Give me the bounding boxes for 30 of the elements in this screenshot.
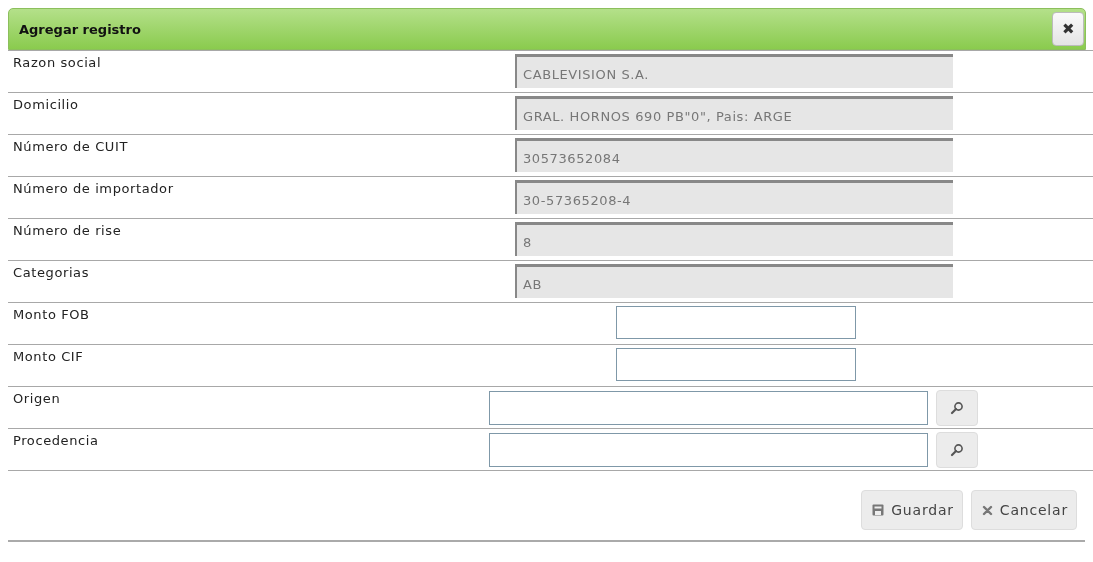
save-button[interactable]: Guardar	[861, 490, 963, 530]
input-field[interactable]: GRAL. HORNOS 690 PB"0", Pais: ARGE	[515, 96, 953, 130]
field-label: Monto CIF	[12, 348, 85, 366]
input-field[interactable]: 30573652084	[515, 138, 953, 172]
field-label: Origen	[12, 390, 62, 408]
input-field[interactable]: 30-57365208-4	[515, 180, 953, 214]
close-button[interactable]: ✖	[1052, 12, 1084, 46]
search-button[interactable]	[936, 432, 978, 468]
save-icon	[872, 504, 885, 516]
search-icon	[950, 443, 964, 457]
input-field[interactable]: 8	[515, 222, 953, 256]
field-label: Categorias	[12, 264, 91, 282]
search-button[interactable]	[936, 390, 978, 426]
cancel-button[interactable]: Cancelar	[970, 490, 1077, 530]
input-field[interactable]: CABLEVISION S.A.	[515, 54, 953, 88]
input-field[interactable]	[489, 391, 928, 425]
dialog-title: Agregar registro	[19, 21, 141, 37]
field-label: Número de importador	[12, 180, 175, 198]
close-icon	[981, 504, 993, 516]
input-field[interactable]	[616, 306, 856, 339]
field-label: Número de rise	[12, 222, 123, 240]
field-label: Monto FOB	[12, 306, 91, 324]
search-icon	[950, 401, 964, 415]
input-field[interactable]	[616, 348, 856, 381]
input-field[interactable]: AB	[515, 264, 953, 298]
field-label: Domicilio	[12, 96, 80, 114]
field-label: Procedencia	[12, 432, 100, 450]
field-label: Razon social	[12, 54, 103, 72]
input-field[interactable]	[489, 433, 928, 467]
field-label: Número de CUIT	[12, 138, 129, 156]
